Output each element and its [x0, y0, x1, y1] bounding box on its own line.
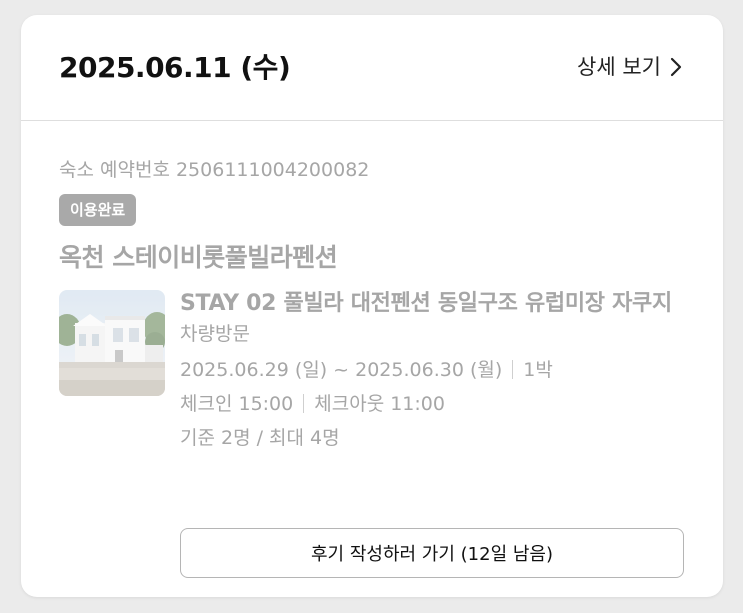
reservation-number: 숙소 예약번호 2506111004200082: [59, 159, 370, 181]
room-info: STAY 02 풀빌라 대전펜션 동일구조 유럽미장 자쿠지 차량방문 2025…: [180, 288, 700, 451]
checkout-time: 체크아웃 11:00: [314, 393, 445, 415]
guest-capacity: 기준 2명 / 최대 4명: [180, 427, 340, 449]
write-review-button[interactable]: 후기 작성하러 가기 (12일 남음): [180, 528, 684, 578]
divider: [303, 394, 305, 413]
visit-type: 차량방문: [180, 323, 250, 345]
checkin-time: 체크인 15:00: [180, 393, 294, 415]
stay-dates: 2025.06.29 (일) ~ 2025.06.30 (월): [180, 359, 503, 381]
detail-view-label: 상세 보기: [577, 55, 661, 79]
card-header: 2025.06.11 (수) 상세 보기: [21, 15, 723, 121]
reservation-card: 2025.06.11 (수) 상세 보기 숙소 예약번호 25061110042…: [21, 15, 723, 597]
stay-period: 2025.06.29 (일) ~ 2025.06.30 (월) 1박: [180, 357, 700, 383]
reservation-date: 2025.06.11 (수): [59, 51, 291, 84]
status-badge: 이용완료: [59, 194, 137, 226]
nights-count: 1박: [523, 359, 553, 381]
room-name[interactable]: STAY 02 풀빌라 대전펜션 동일구조 유럽미장 자쿠지: [180, 288, 700, 320]
property-name[interactable]: 옥천 스테이비롯풀빌라펜션: [59, 241, 338, 275]
check-times: 체크인 15:00 체크아웃 11:00: [180, 391, 700, 417]
detail-view-link[interactable]: 상세 보기: [577, 52, 683, 82]
chevron-right-icon: [669, 57, 683, 77]
property-photo[interactable]: [59, 290, 165, 396]
divider: [512, 360, 514, 379]
